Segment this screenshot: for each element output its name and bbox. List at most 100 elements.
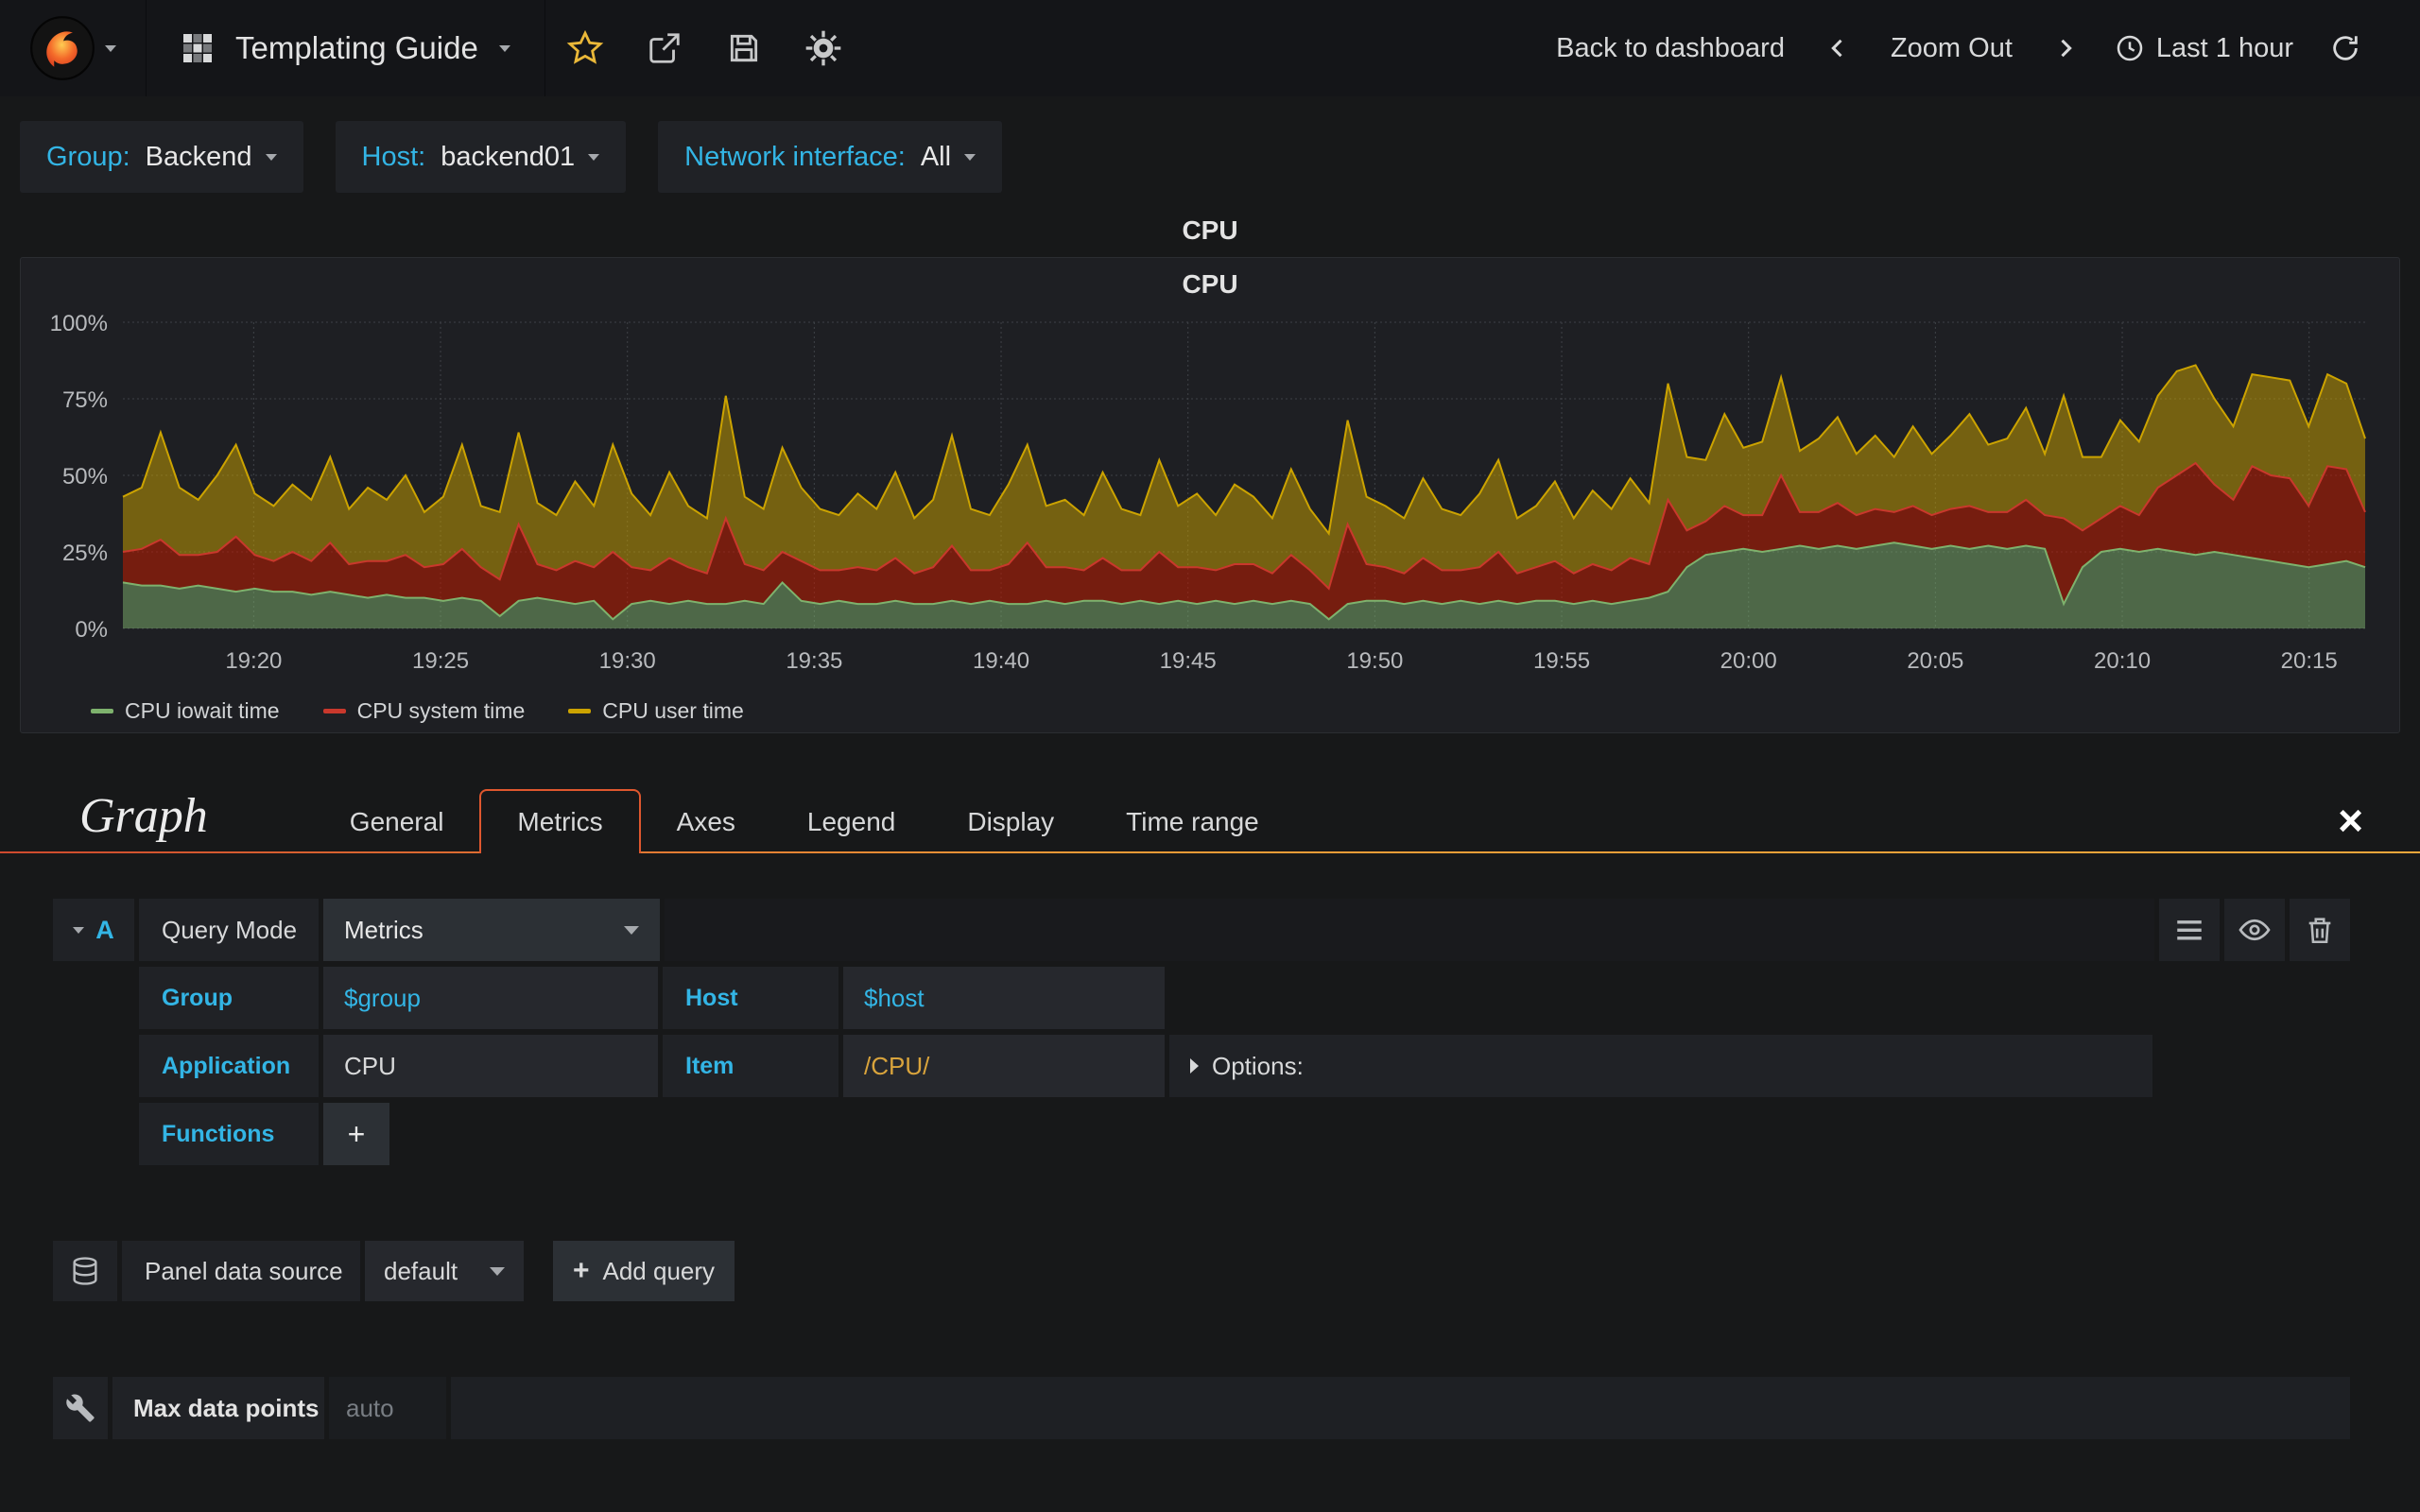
share-button[interactable] [625,0,704,96]
dashboard-grid-icon [181,31,215,65]
chevron-down-icon [964,153,977,161]
query-mode-select[interactable]: Metrics [323,899,660,961]
tab-axes[interactable]: Axes [641,793,771,851]
editor-tabs: General Metrics Axes Legend Display Time… [314,789,1295,853]
chevron-down-icon [588,153,600,161]
refresh-button[interactable] [2316,32,2375,64]
row-indent [53,1035,134,1097]
save-icon [726,30,762,66]
variable-group-dropdown[interactable]: Group: Backend [20,121,303,193]
datasource-value: default [384,1256,458,1285]
clock-icon [2115,33,2145,63]
star-button[interactable] [545,0,625,96]
datasource-icon-button[interactable] [53,1241,117,1301]
group-field-label: Group [139,967,319,1029]
svg-text:19:45: 19:45 [1160,648,1217,674]
panel-options-filler [451,1377,2350,1439]
tab-time-range[interactable]: Time range [1090,793,1295,851]
add-function-button[interactable]: + [323,1103,389,1165]
panel-datasource-label: Panel data source [122,1241,360,1301]
panel-options-row: Max data points [0,1377,2420,1439]
add-query-button[interactable]: + Add query [553,1241,735,1301]
variable-netif-dropdown[interactable]: Network interface: All [658,121,1003,193]
cpu-graph-panel: CPU 0% 25% 50% 75% 100% 19:20 19:25 19:30 19:35 1… [20,257,2400,733]
application-field-input[interactable]: CPU [323,1035,658,1097]
query-collapse-toggle[interactable]: A [53,899,134,961]
cpu-chart-svg[interactable]: 0% 25% 50% 75% 100% 19:20 19:25 19:30 19:35 19:40… [28,311,2392,689]
svg-text:50%: 50% [62,464,108,490]
query-delete-button[interactable] [2290,899,2350,961]
query-mode-value: Metrics [344,915,424,944]
triangle-right-icon [1190,1058,1199,1074]
navbar-right: Back to dashboard Zoom Out Last 1 hour [1539,0,2420,96]
row-indent [53,1103,134,1165]
legend-item[interactable]: CPU system time [322,698,525,724]
close-editor-button[interactable]: × [2328,799,2373,842]
group-field-input[interactable]: $group [323,967,658,1029]
tab-general[interactable]: General [314,793,480,851]
svg-text:20:10: 20:10 [2094,648,2151,674]
svg-text:19:40: 19:40 [973,648,1029,674]
database-icon [69,1255,101,1287]
variable-netif-label: Network interface: [684,141,906,172]
legend-swatch [91,708,113,713]
chevron-left-icon [1824,35,1851,61]
gear-icon [804,29,842,67]
variable-host-dropdown[interactable]: Host: backend01 [335,121,627,193]
grafana-menu-button[interactable] [0,0,147,96]
top-navbar: Templating Guide Back to dashboard Zoom … [0,0,2420,96]
max-data-points-input[interactable] [329,1377,446,1439]
query-editor: A Query Mode Metrics Group $group Host $… [0,853,2420,1165]
item-field-label: Item [663,1035,838,1097]
panel-title[interactable]: CPU [21,258,2399,311]
query-toggle-visibility-button[interactable] [2224,899,2285,961]
variable-group-label: Group: [46,141,130,172]
svg-text:19:20: 19:20 [225,648,282,674]
item-field-input[interactable]: /CPU/ [843,1035,1165,1097]
chevron-right-icon [2052,35,2079,61]
panel-editor-header: Graph General Metrics Axes Legend Displa… [0,788,2420,853]
query-row-application-item: Application CPU Item /CPU/ Options: [53,1035,2350,1097]
navbar-actions [545,0,863,96]
tab-legend[interactable]: Legend [771,793,931,851]
svg-text:19:50: 19:50 [1346,648,1403,674]
cpu-graph[interactable]: 0% 25% 50% 75% 100% 19:20 19:25 19:30 19:35 19:40… [21,311,2399,689]
panel-options-icon-button[interactable] [53,1377,108,1439]
svg-text:25%: 25% [62,541,108,566]
dashboard-title-dropdown[interactable]: Templating Guide [147,0,545,96]
share-icon [647,30,683,66]
time-range-label: Last 1 hour [2155,32,2293,63]
legend-item[interactable]: CPU user time [568,698,744,724]
save-button[interactable] [704,0,784,96]
query-menu-button[interactable] [2159,899,2220,961]
time-shift-left-button[interactable] [1811,35,1864,61]
query-ref-id: A [95,915,114,944]
tab-display[interactable]: Display [931,793,1090,851]
chevron-down-icon [624,925,639,935]
add-query-label: Add query [602,1256,716,1285]
svg-text:19:55: 19:55 [1533,648,1590,674]
tab-metrics[interactable]: Metrics [479,789,641,853]
query-row-filler [665,899,2154,961]
query-row-group-host: Group $group Host $host [53,967,2350,1029]
title-caret-icon [498,44,510,52]
back-to-dashboard-link[interactable]: Back to dashboard [1539,33,1802,64]
time-picker-button[interactable]: Last 1 hour [2101,33,2307,64]
max-data-points-label: Max data points [112,1377,324,1439]
settings-button[interactable] [784,0,863,96]
time-shift-right-button[interactable] [2039,35,2092,61]
query-row-functions: Functions + [53,1103,2350,1165]
grafana-logo-icon [29,15,95,81]
row-panel-title: CPU [1182,215,1238,245]
host-field-label: Host [663,967,838,1029]
datasource-select[interactable]: default [365,1241,524,1301]
legend-item[interactable]: CPU iowait time [91,698,280,724]
application-field-label: Application [139,1035,319,1097]
template-variables-bar: Group: Backend Host: backend01 Network i… [0,96,2420,212]
chevron-down-icon [265,153,277,161]
star-icon [566,29,604,67]
logo-caret-icon [105,44,116,52]
zoom-out-button[interactable]: Zoom Out [1874,33,2030,64]
host-field-input[interactable]: $host [843,967,1165,1029]
options-toggle[interactable]: Options: [1169,1035,2152,1097]
